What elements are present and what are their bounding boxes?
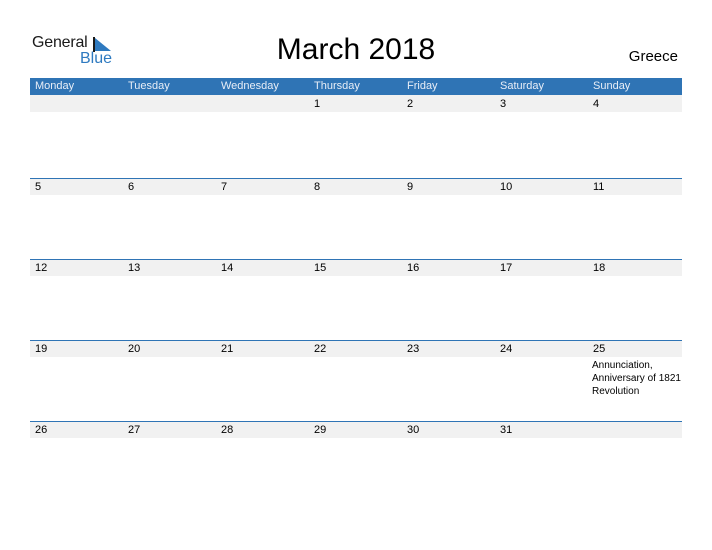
- day-number: 1: [314, 98, 321, 110]
- day-number: 25: [593, 343, 606, 355]
- day-number: 6: [128, 181, 135, 193]
- day-cell: 20: [123, 340, 216, 421]
- day-cell: [588, 421, 681, 502]
- day-cell: 15: [309, 259, 402, 340]
- holiday-event: Annunciation, Anniversary of 1821 Revolu…: [592, 360, 681, 397]
- day-cell: 24: [495, 340, 588, 421]
- day-number: 16: [407, 262, 420, 274]
- weekday-wednesday: Wednesday: [221, 80, 279, 92]
- day-cell: 30: [402, 421, 495, 502]
- day-number: 9: [407, 181, 414, 193]
- week-row: 5 6 7 8 9 10 11: [30, 178, 682, 259]
- day-cell: 21: [216, 340, 309, 421]
- day-number: 8: [314, 181, 321, 193]
- day-cell: [216, 95, 309, 176]
- day-cell: 8: [309, 178, 402, 259]
- day-number: 2: [407, 98, 414, 110]
- day-number: 7: [221, 181, 228, 193]
- day-number: 26: [35, 424, 48, 436]
- day-number: 23: [407, 343, 420, 355]
- weekday-tuesday: Tuesday: [128, 80, 170, 92]
- day-number: 14: [221, 262, 234, 274]
- day-number: 4: [593, 98, 600, 110]
- day-cell: 19: [30, 340, 123, 421]
- day-cell: 1: [309, 95, 402, 176]
- day-number: 17: [500, 262, 513, 274]
- weekday-header: Monday Tuesday Wednesday Thursday Friday Satu…: [30, 78, 682, 95]
- country-label: Greece: [628, 48, 678, 65]
- day-number: 31: [500, 424, 513, 436]
- weekday-saturday: Saturday: [500, 80, 545, 92]
- week-row: 19 20 21 22 23 24 25 Annunciation, Anniversary …: [30, 340, 682, 421]
- week-row: 1 2 3 4: [30, 95, 682, 176]
- day-cell: 18: [588, 259, 681, 340]
- day-number: 30: [407, 424, 420, 436]
- day-number: 29: [314, 424, 327, 436]
- day-number: 18: [593, 262, 606, 274]
- day-cell: 27: [123, 421, 216, 502]
- day-number: 13: [128, 262, 141, 274]
- day-cell: 11: [588, 178, 681, 259]
- day-cell: 9: [402, 178, 495, 259]
- day-cell: 26: [30, 421, 123, 502]
- weekday-monday: Monday: [35, 80, 75, 92]
- day-number: 12: [35, 262, 48, 274]
- day-cell: 31: [495, 421, 588, 502]
- day-cell: 28: [216, 421, 309, 502]
- week-row: 26 27 28 29 30 31: [30, 421, 682, 502]
- day-cell: 22: [309, 340, 402, 421]
- day-number: 10: [500, 181, 513, 193]
- day-number: 19: [35, 343, 48, 355]
- day-number: 20: [128, 343, 141, 355]
- day-number: 3: [500, 98, 507, 110]
- day-cell: 10: [495, 178, 588, 259]
- day-cell: 25 Annunciation, Anniversary of 1821 Revo…: [588, 340, 681, 421]
- day-number: 21: [221, 343, 234, 355]
- day-cell: 2: [402, 95, 495, 176]
- day-cell: [123, 95, 216, 176]
- weekday-sunday: Sunday: [593, 80, 631, 92]
- week-row: 12 13 14 15 16 17 18: [30, 259, 682, 340]
- day-cell: 6: [123, 178, 216, 259]
- day-cell: 16: [402, 259, 495, 340]
- calendar-title: March 2018: [276, 33, 436, 66]
- day-cell: 12: [30, 259, 123, 340]
- day-cell: 7: [216, 178, 309, 259]
- day-number: 15: [314, 262, 327, 274]
- day-cell: 5: [30, 178, 123, 259]
- day-cell: 4: [588, 95, 681, 176]
- day-cell: 17: [495, 259, 588, 340]
- day-number: 27: [128, 424, 141, 436]
- day-cell: 3: [495, 95, 588, 176]
- weekday-thursday: Thursday: [314, 80, 360, 92]
- day-number: 5: [35, 181, 42, 193]
- day-cell: 23: [402, 340, 495, 421]
- day-cell: [30, 95, 123, 176]
- day-cell: 29: [309, 421, 402, 502]
- weekday-friday: Friday: [407, 80, 438, 92]
- day-cell: 14: [216, 259, 309, 340]
- day-number: 22: [314, 343, 327, 355]
- day-number: 28: [221, 424, 234, 436]
- day-cell: 13: [123, 259, 216, 340]
- day-number: 11: [593, 181, 605, 193]
- day-number: 24: [500, 343, 513, 355]
